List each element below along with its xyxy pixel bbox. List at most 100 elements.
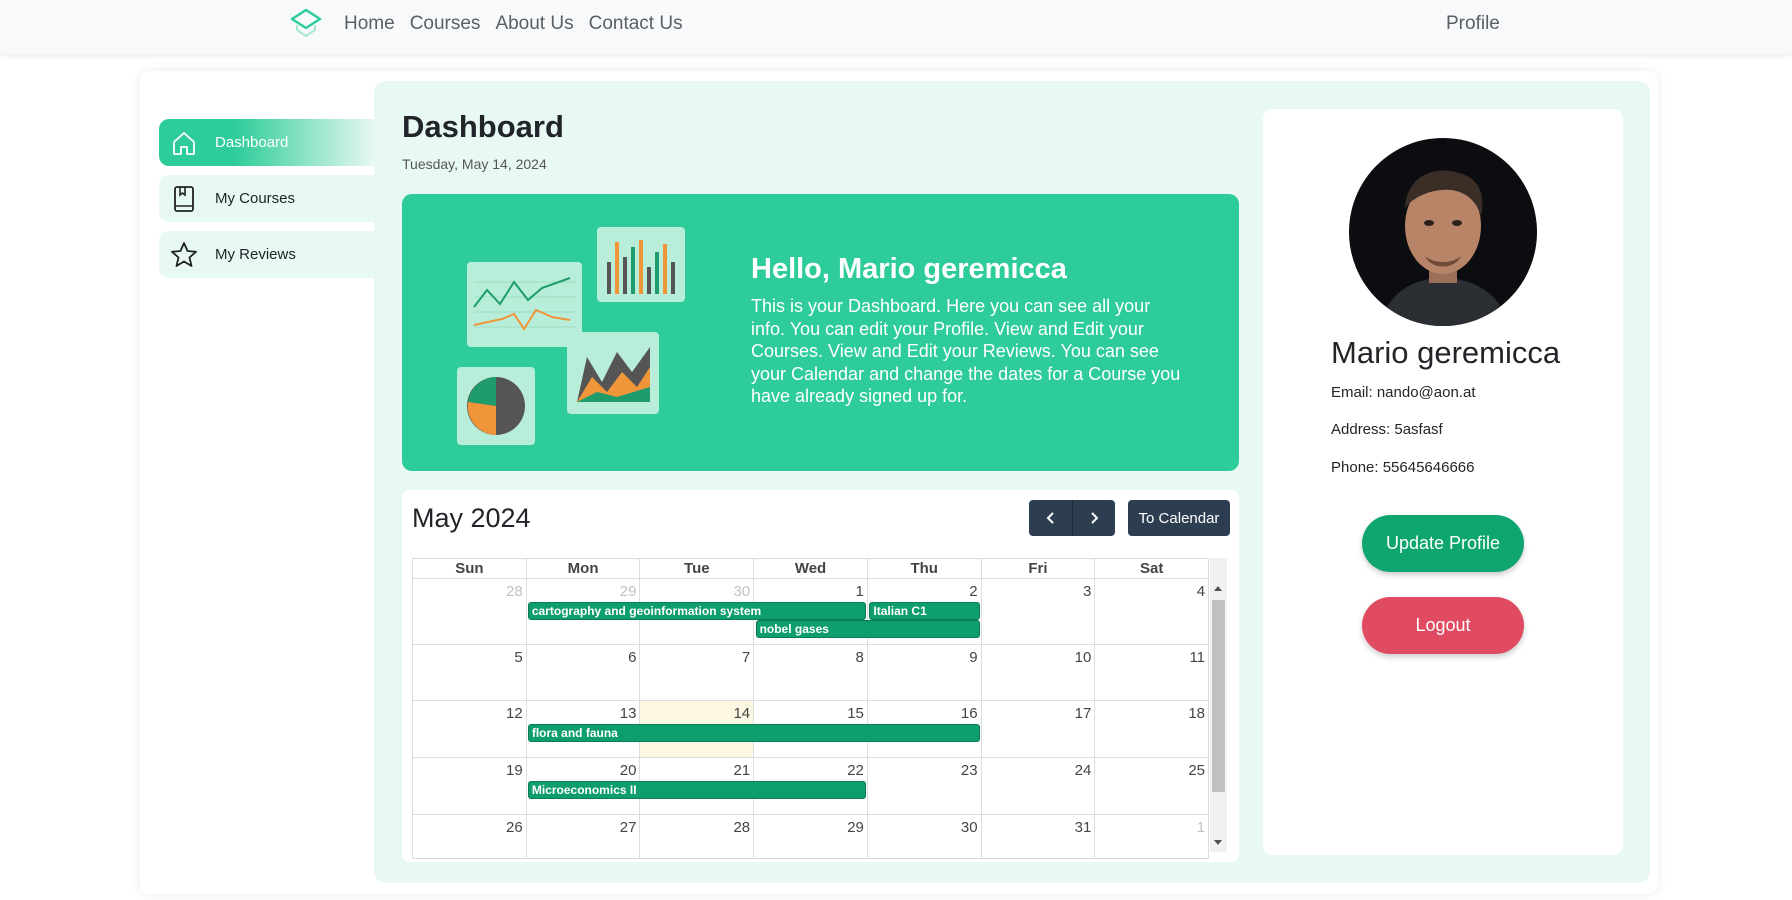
calendar-day-number: 2 xyxy=(969,583,978,600)
calendar-week-row: 5 6 7 8 9 10 11 xyxy=(412,645,1210,701)
sidebar-item-label: My Reviews xyxy=(215,246,296,263)
calendar-event[interactable]: cartography and geoinformation system xyxy=(527,602,867,620)
calendar-day-cell[interactable]: 27 xyxy=(527,815,641,858)
calendar-day-number: 7 xyxy=(741,649,751,666)
calendar-event[interactable]: nobel gases xyxy=(755,620,981,638)
calendar-day-number: 23 xyxy=(960,762,978,779)
nav-links: Home Courses About Us Contact Us xyxy=(344,12,698,36)
calendar-day-number: 28 xyxy=(506,583,523,600)
calendar-day-cell[interactable]: 4 xyxy=(1095,579,1210,644)
calendar-day-cell[interactable]: 12 xyxy=(413,701,527,757)
calendar-month-title: May 2024 xyxy=(412,503,531,533)
calendar-prev-button[interactable] xyxy=(1029,500,1072,536)
calendar-day-cell[interactable]: 29 xyxy=(754,815,868,858)
calendar-day-number: 1 xyxy=(1196,819,1206,836)
nav-link-home[interactable]: Home xyxy=(344,12,395,36)
chevron-left-icon xyxy=(1046,512,1054,524)
calendar-day-number: 26 xyxy=(506,819,523,836)
calendar-scrollbar[interactable] xyxy=(1210,558,1227,852)
calendar-day-header: Sun Mon Tue Wed Thu Fri Sat xyxy=(412,558,1209,579)
calendar-day-cell[interactable]: 24 xyxy=(982,758,1096,814)
calendar-event[interactable]: flora and fauna xyxy=(527,724,981,742)
calendar-day-number: 20 xyxy=(619,762,637,779)
calendar-day-cell[interactable]: 3 xyxy=(982,579,1096,644)
calendar-day-number: 24 xyxy=(1074,762,1092,779)
calendar-day-cell[interactable]: 11 xyxy=(1095,645,1210,700)
calendar-day-cell[interactable]: 5 xyxy=(413,645,527,700)
calendar-day-cell[interactable]: 19 xyxy=(413,758,527,814)
calendar-next-button[interactable] xyxy=(1072,500,1115,536)
calendar-event[interactable]: Microeconomics II xyxy=(527,781,867,799)
nav-link-contact-us[interactable]: Contact Us xyxy=(589,12,683,36)
calendar-day-cell[interactable]: 26 xyxy=(413,815,527,858)
day-name: Mon xyxy=(525,559,640,578)
update-profile-button[interactable]: Update Profile xyxy=(1362,515,1524,572)
analytics-illustration xyxy=(457,227,685,445)
day-name: Sat xyxy=(1094,559,1208,578)
welcome-text: This is your Dashboard. Here you can see… xyxy=(751,296,1181,406)
nav-link-profile[interactable]: Profile xyxy=(1446,12,1500,36)
calendar-day-cell[interactable]: 9 xyxy=(868,645,982,700)
calendar-day-cell[interactable]: 25 xyxy=(1095,758,1210,814)
calendar-day-cell[interactable]: 8 xyxy=(754,645,868,700)
calendar-day-number: 1 xyxy=(855,583,864,600)
calendar-day-cell[interactable]: 28 xyxy=(640,815,755,858)
calendar-day-cell[interactable]: 6 xyxy=(527,645,641,700)
sidebar-item-label: My Courses xyxy=(215,190,296,207)
calendar-week-row: 26 27 28 29 30 31 1 xyxy=(412,815,1210,859)
day-name: Fri xyxy=(980,559,1095,578)
profile-email: Email: nando@aon.at xyxy=(1331,384,1476,401)
nav-link-courses[interactable]: Courses xyxy=(410,12,481,36)
to-calendar-button[interactable]: To Calendar xyxy=(1128,500,1230,536)
scroll-down-arrow-icon[interactable] xyxy=(1214,840,1222,845)
calendar-day-cell[interactable]: 30 xyxy=(868,815,982,858)
star-icon xyxy=(171,242,197,267)
calendar-day-number: 13 xyxy=(619,705,637,722)
calendar-day-number: 6 xyxy=(628,649,637,666)
calendar-day-number: 15 xyxy=(847,705,864,722)
avatar xyxy=(1349,138,1537,326)
calendar-day-cell[interactable]: 23 xyxy=(868,758,982,814)
sidebar-item-dashboard[interactable]: Dashboard xyxy=(159,119,375,166)
page-title: Dashboard xyxy=(402,109,564,144)
day-name: Thu xyxy=(866,559,981,578)
calendar-day-number: 29 xyxy=(847,819,864,836)
calendar-day-number: 4 xyxy=(1196,583,1206,600)
calendar-day-number: 14 xyxy=(733,705,751,722)
calendar-day-number: 21 xyxy=(733,762,751,779)
profile-name: Mario geremicca xyxy=(1331,335,1561,370)
calendar-day-number: 30 xyxy=(733,583,751,600)
sidebar-item-my-courses[interactable]: My Courses xyxy=(159,175,375,222)
calendar-day-cell[interactable]: 10 xyxy=(982,645,1096,700)
current-date: Tuesday, May 14, 2024 xyxy=(402,156,547,172)
sidebar-item-my-reviews[interactable]: My Reviews xyxy=(159,231,375,278)
scroll-thumb[interactable] xyxy=(1212,600,1225,792)
welcome-title: Hello, Mario geremicca xyxy=(751,253,1067,285)
chevron-right-icon xyxy=(1091,512,1099,524)
profile-address: Address: 5asfasf xyxy=(1331,421,1443,438)
welcome-banner: Hello, Mario geremicca This is your Dash… xyxy=(402,194,1239,471)
calendar-day-cell[interactable]: 31 xyxy=(982,815,1096,858)
nav-link-about-us[interactable]: About Us xyxy=(495,12,573,36)
home-icon xyxy=(173,132,195,155)
day-name: Tue xyxy=(639,559,753,578)
calendar-day-cell[interactable]: 18 xyxy=(1095,701,1210,757)
calendar-day-number: 18 xyxy=(1188,705,1206,722)
book-icon xyxy=(174,186,194,212)
scroll-up-arrow-icon[interactable] xyxy=(1214,586,1222,591)
calendar-day-number: 22 xyxy=(847,762,864,779)
logout-button[interactable]: Logout xyxy=(1362,597,1524,654)
calendar-day-number: 17 xyxy=(1074,705,1092,722)
calendar-day-cell[interactable]: 7 xyxy=(640,645,755,700)
calendar-event[interactable]: Italian C1 xyxy=(869,602,981,620)
top-navbar: Home Courses About Us Contact Us Profile xyxy=(0,0,1792,54)
calendar-day-number: 10 xyxy=(1074,649,1092,666)
calendar-day-number: 31 xyxy=(1074,819,1092,836)
profile-phone: Phone: 55645646666 xyxy=(1331,459,1475,476)
graduation-cap-logo-icon[interactable] xyxy=(290,8,322,40)
calendar-day-cell[interactable]: 28 xyxy=(413,579,527,644)
calendar-day-number: 27 xyxy=(619,819,637,836)
calendar-day-cell[interactable]: 1 xyxy=(1095,815,1210,858)
calendar-day-cell[interactable]: 17 xyxy=(982,701,1096,757)
calendar-widget: May 2024 To Calendar Sun Mon Tue Wed Thu… xyxy=(402,490,1239,862)
